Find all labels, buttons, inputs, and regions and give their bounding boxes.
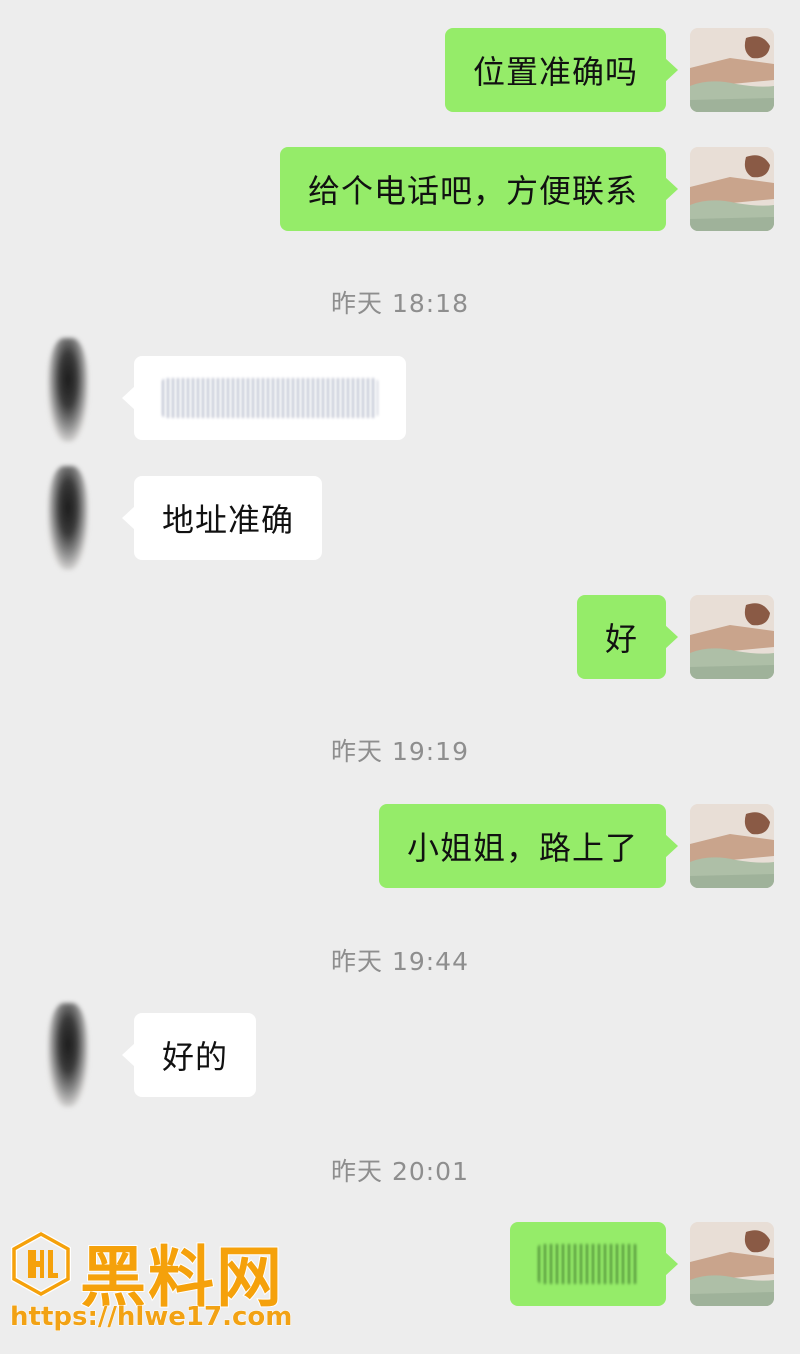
message-bubble-outgoing[interactable]: 给个电话吧，方便联系 [279,147,679,231]
message-text: 地址准确 [162,501,295,539]
profile-photo-icon [690,1222,774,1306]
timestamp: 昨天 20:01 [331,1157,469,1186]
profile-photo-icon [690,28,774,112]
message-text: 小姐姐，路上了 [406,829,638,867]
message-bubble-outgoing[interactable]: 小姐姐，路上了 [378,804,679,888]
message-bubble-outgoing-redacted[interactable] [510,1222,678,1306]
message-bubble-incoming-redacted[interactable] [122,356,406,440]
contact-avatar[interactable] [28,458,108,578]
message-bubble-incoming[interactable]: 地址准确 [121,476,323,560]
self-avatar[interactable] [690,147,774,231]
profile-photo-icon [690,147,774,231]
blurred-avatar-icon [48,466,88,570]
contact-avatar[interactable] [28,330,108,450]
redacted-text [538,1244,638,1284]
chat-window: 位置准确吗 给个电话吧，方便联系 昨天 18:18 地址准确 好 昨天 19:1… [0,0,800,1354]
message-text: 给个电话吧，方便联系 [307,172,638,210]
profile-photo-icon [690,804,774,888]
message-text: 好 [604,620,638,658]
message-bubble-outgoing[interactable]: 好 [576,595,679,679]
self-avatar[interactable] [690,1222,774,1306]
self-avatar[interactable] [690,28,774,112]
timestamp: 昨天 19:44 [331,947,469,976]
message-bubble-outgoing[interactable]: 位置准确吗 [444,28,679,112]
blurred-avatar-icon [48,338,88,442]
timestamp: 昨天 18:18 [331,289,469,318]
message-text: 好的 [162,1038,229,1076]
watermark: 黑料网 https://hlwe17.com [9,1228,330,1340]
profile-photo-icon [690,595,774,679]
watermark-url: https://hlwe17.com [9,1302,293,1333]
blurred-avatar-icon [48,1003,88,1107]
redacted-text [162,378,378,418]
self-avatar[interactable] [690,595,774,679]
contact-avatar[interactable] [28,995,108,1115]
hl-logo-icon [11,1232,71,1296]
timestamp: 昨天 19:19 [331,737,469,766]
self-avatar[interactable] [690,804,774,888]
message-text: 位置准确吗 [472,53,638,91]
message-bubble-incoming[interactable]: 好的 [121,1013,257,1097]
